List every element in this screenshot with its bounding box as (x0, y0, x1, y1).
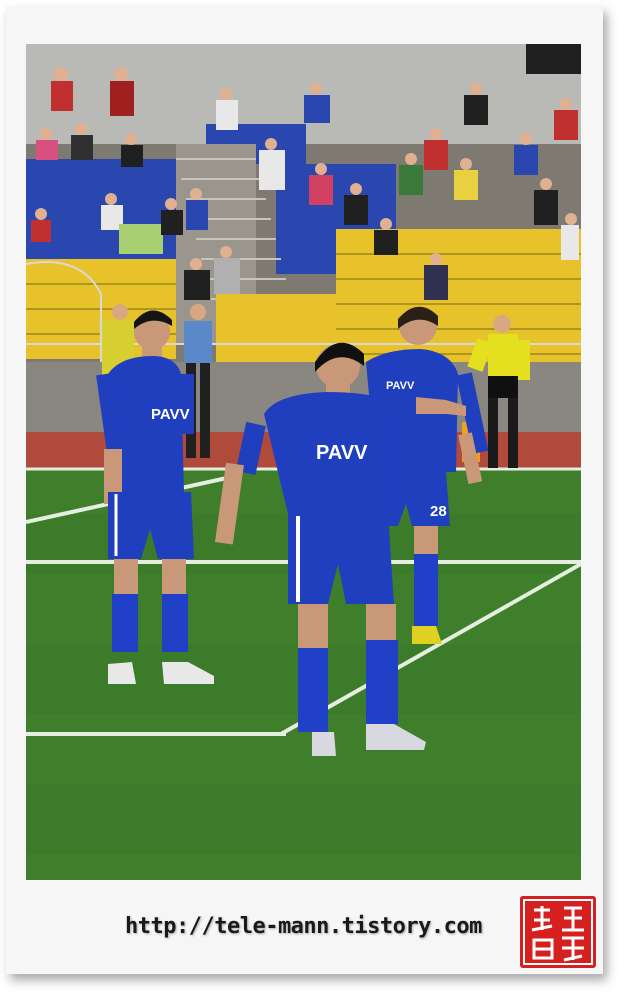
shirt-number: 28 (430, 503, 447, 520)
svg-text:PAVV: PAVV (316, 442, 368, 464)
svg-text:PAVV: PAVV (386, 380, 415, 392)
svg-text:PAVV: PAVV (151, 406, 190, 423)
red-seal-stamp (520, 896, 596, 968)
soccer-photo: PAVV PAVV 28 PAVV (26, 44, 581, 880)
watermark-url: http://tele-mann.tistory.com (125, 914, 482, 939)
